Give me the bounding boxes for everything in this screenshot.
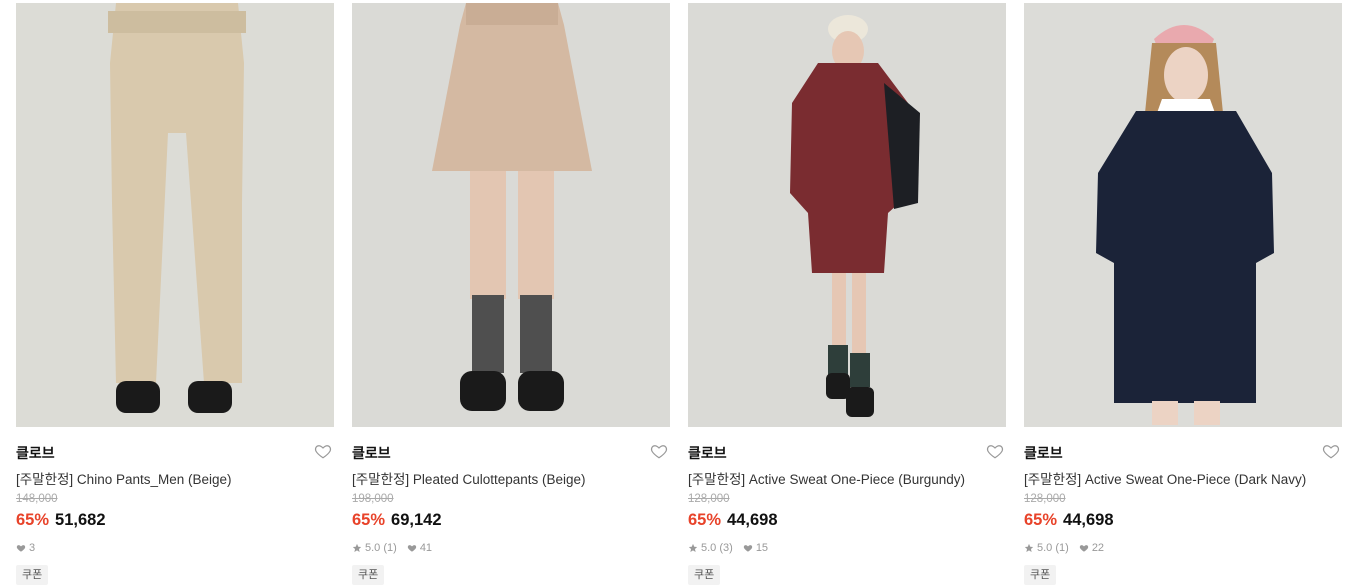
likes-group: 3 [16,542,35,554]
wishlist-heart-icon[interactable] [650,442,668,460]
likes-count: 41 [419,542,433,554]
product-meta: 5.0 (1) 41 [352,542,442,554]
product-image[interactable] [16,3,334,427]
product-card[interactable]: 클로브 [주말한정] Pleated Culottepants (Beige) … [352,3,670,587]
brand-name[interactable]: 클로브 [1024,443,1063,463]
review-count: (3) [719,542,733,554]
product-title[interactable]: [주말한정] Pleated Culottepants (Beige) [352,468,586,488]
original-price: 198,000 [352,493,394,505]
rating-group: 5.0 (3) [688,542,733,554]
coupon-badge: 쿠폰 [688,565,721,585]
discount-rate: 65% [16,511,50,529]
price-line: 65% 44,698 [1024,511,1114,530]
discount-rate: 65% [352,511,386,529]
wishlist-heart-icon[interactable] [986,442,1004,460]
sale-price: 69,142 [391,511,442,529]
likes-count: 15 [755,542,769,554]
original-price: 128,000 [1024,493,1066,505]
brand-name[interactable]: 클로브 [352,443,391,463]
brand-name[interactable]: 클로브 [688,443,727,463]
price-line: 65% 69,142 [352,511,442,530]
rating-score: 5.0 [365,542,381,554]
heart-filled-icon [407,543,417,553]
discount-rate: 65% [688,511,722,529]
product-image[interactable] [688,3,1006,427]
coupon-badge: 쿠폰 [352,565,385,585]
product-title[interactable]: [주말한정] Chino Pants_Men (Beige) [16,468,232,488]
coupon-badge: 쿠폰 [1024,565,1057,585]
star-icon [1024,543,1034,553]
product-meta: 5.0 (1) 22 [1024,542,1114,554]
product-image[interactable] [352,3,670,427]
wishlist-heart-icon[interactable] [314,442,332,460]
product-meta: 5.0 (3) 15 [688,542,778,554]
likes-group: 22 [1079,542,1104,554]
heart-filled-icon [743,543,753,553]
star-icon [352,543,362,553]
likes-count: 22 [1091,542,1105,554]
star-icon [688,543,698,553]
likes-count: 3 [29,542,36,554]
rating-group: 5.0 (1) [352,542,397,554]
sale-price: 44,698 [727,511,778,529]
rating-group: 5.0 (1) [1024,542,1069,554]
brand-name[interactable]: 클로브 [16,443,55,463]
price-line: 65% 44,698 [688,511,778,530]
sale-price: 51,682 [55,511,106,529]
price-line: 65% 51,682 [16,511,106,530]
discount-rate: 65% [1024,511,1058,529]
product-image[interactable] [1024,3,1342,427]
review-count: (1) [383,542,397,554]
likes-group: 41 [407,542,432,554]
wishlist-heart-icon[interactable] [1322,442,1340,460]
product-title[interactable]: [주말한정] Active Sweat One-Piece (Burgundy) [688,468,965,488]
likes-group: 15 [743,542,768,554]
product-card[interactable]: 클로브 [주말한정] Active Sweat One-Piece (Burgu… [688,3,1006,587]
product-card[interactable]: 클로브 [주말한정] Active Sweat One-Piece (Dark … [1024,3,1342,587]
original-price: 148,000 [16,493,58,505]
product-meta: 3 [16,542,45,554]
heart-filled-icon [16,543,26,553]
coupon-badge: 쿠폰 [16,565,49,585]
product-card[interactable]: 클로브 [주말한정] Chino Pants_Men (Beige) 148,0… [16,3,334,587]
heart-filled-icon [1079,543,1089,553]
rating-score: 5.0 [701,542,717,554]
rating-score: 5.0 [1037,542,1053,554]
review-count: (1) [1055,542,1069,554]
product-grid: 클로브 [주말한정] Chino Pants_Men (Beige) 148,0… [0,0,1349,587]
original-price: 128,000 [688,493,730,505]
product-title[interactable]: [주말한정] Active Sweat One-Piece (Dark Navy… [1024,468,1306,488]
sale-price: 44,698 [1063,511,1114,529]
